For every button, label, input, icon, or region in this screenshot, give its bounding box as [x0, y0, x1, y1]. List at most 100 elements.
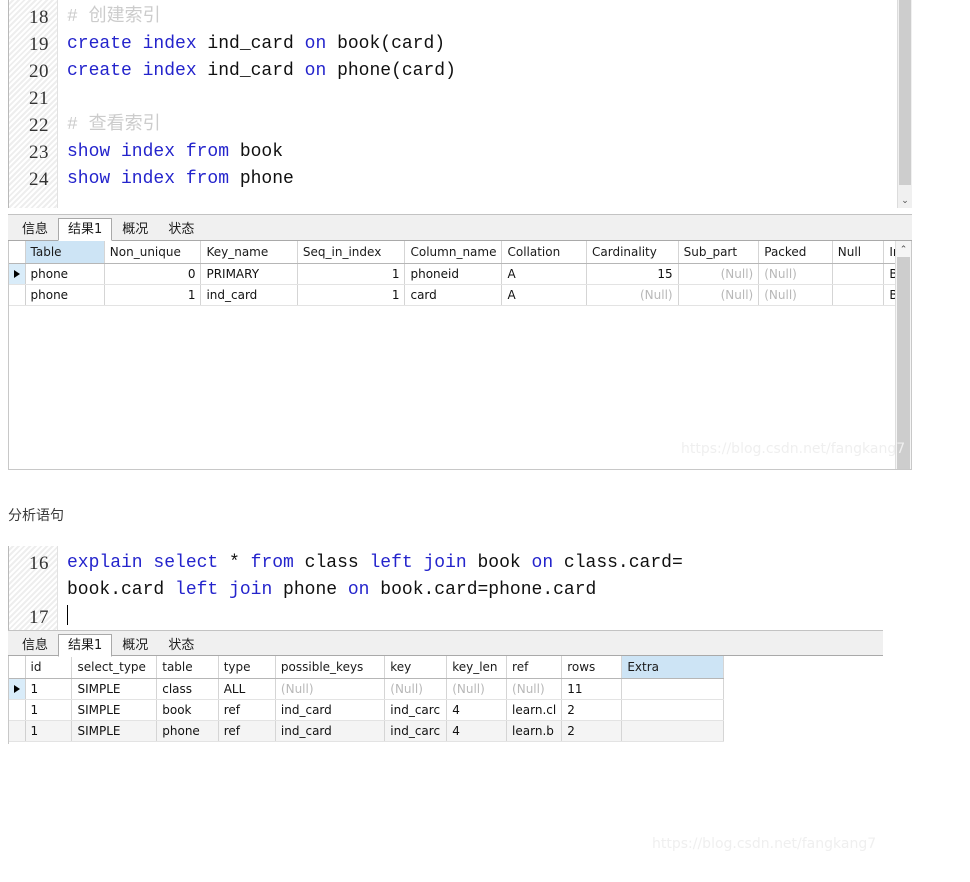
column-header-possible_keys[interactable]: possible_keys — [275, 656, 386, 679]
cell-key_len[interactable]: 4 — [446, 699, 508, 721]
code-content-top[interactable]: 18 # 创建索引 19 create index ind_card on book(… — [9, 0, 912, 193]
column-header-select_type[interactable]: select_type — [71, 656, 158, 679]
cell-key_len[interactable]: 4 — [446, 720, 508, 742]
cell-Collation[interactable]: A — [501, 284, 587, 306]
code-line[interactable]: 18 # 创建索引 — [9, 4, 912, 31]
column-header-Cardinality[interactable]: Cardinality — [586, 241, 679, 264]
cell-table[interactable]: class — [156, 678, 219, 700]
column-header-Sub_part[interactable]: Sub_part — [678, 241, 760, 264]
row-indicator-current[interactable] — [9, 263, 26, 285]
index-result-table[interactable]: Table Non_unique Key_name Seq_in_index Colum… — [9, 241, 911, 306]
cell-type[interactable]: ALL — [218, 678, 276, 700]
column-header-Extra[interactable]: Extra — [621, 656, 724, 679]
column-header-Non_unique[interactable]: Non_unique — [104, 241, 202, 264]
cell-Non_unique[interactable]: 1 — [104, 284, 202, 306]
grid-corner-cell[interactable] — [9, 241, 26, 264]
cell-id[interactable]: 1 — [25, 699, 73, 721]
cell-Sub_part[interactable]: (Null) — [678, 284, 760, 306]
code-line[interactable]: 17 — [9, 604, 883, 631]
cell-Null[interactable] — [832, 284, 885, 306]
cell-Column_name[interactable]: phoneid — [404, 263, 503, 285]
column-header-ref[interactable]: ref — [506, 656, 563, 679]
chevron-down-icon[interactable]: ⌄ — [898, 193, 912, 208]
cell-Column_name[interactable]: card — [404, 284, 503, 306]
cell-Cardinality[interactable]: 15 — [586, 263, 679, 285]
explain-result-table[interactable]: id select_type table type possible_keys key ke… — [9, 656, 724, 742]
cell-Key_name[interactable]: PRIMARY — [200, 263, 298, 285]
cell-key[interactable]: ind_carc — [384, 699, 448, 721]
column-header-rows[interactable]: rows — [561, 656, 623, 679]
column-header-type[interactable]: type — [218, 656, 276, 679]
row-indicator-current[interactable] — [9, 678, 26, 700]
cell-id[interactable]: 1 — [25, 678, 73, 700]
cell-Null[interactable] — [832, 263, 885, 285]
tab-结果1[interactable]: 结果1 — [58, 218, 113, 241]
cell-Key_name[interactable]: ind_card — [200, 284, 298, 306]
tab-概况[interactable]: 概况 — [112, 634, 158, 656]
explain-result-grid[interactable]: id select_type table type possible_keys key ke… — [8, 656, 724, 744]
cell-Packed[interactable]: (Null) — [758, 263, 833, 285]
column-header-Table[interactable]: Table — [25, 241, 105, 264]
table-row[interactable]: 1 SIMPLE class ALL (Null) (Null) (Null) (Null) 1… — [9, 678, 724, 700]
cell-key[interactable]: (Null) — [384, 678, 448, 700]
code-line[interactable]: 22 # 查看索引 — [9, 112, 912, 139]
cell-Packed[interactable]: (Null) — [758, 284, 833, 306]
grid-corner-cell[interactable] — [9, 656, 26, 679]
code-line[interactable]: 16 explain select * from class left join … — [9, 550, 883, 604]
row-indicator[interactable] — [9, 699, 26, 721]
cell-table[interactable]: phone — [156, 720, 219, 742]
sql-editor-top[interactable]: 18 # 创建索引 19 create index ind_card on book(… — [8, 0, 912, 208]
cell-select_type[interactable]: SIMPLE — [71, 720, 158, 742]
cell-key_len[interactable]: (Null) — [446, 678, 508, 700]
code-line[interactable]: 20 create index ind_card on phone(card) — [9, 58, 912, 85]
column-header-key_len[interactable]: key_len — [446, 656, 508, 679]
table-row[interactable]: phone1ind_card1cardA(Null)(Null)(Null)BT — [9, 284, 911, 306]
row-indicator[interactable] — [9, 720, 26, 742]
column-header-Seq_in_index[interactable]: Seq_in_index — [297, 241, 406, 264]
cell-Cardinality[interactable]: (Null) — [586, 284, 679, 306]
sql-editor-bottom[interactable]: 16 explain select * from class left join … — [8, 546, 883, 630]
tab-状态[interactable]: 状态 — [158, 218, 204, 240]
code-line[interactable]: 23 show index from book — [9, 139, 912, 166]
column-header-key[interactable]: key — [384, 656, 448, 679]
cell-ref[interactable]: learn.cl — [506, 699, 563, 721]
tab-概况[interactable]: 概况 — [112, 218, 158, 240]
cell-select_type[interactable]: SIMPLE — [71, 678, 158, 700]
cell-Table[interactable]: phone — [25, 284, 105, 306]
tab-信息[interactable]: 信息 — [12, 634, 58, 656]
tab-结果1[interactable]: 结果1 — [58, 634, 113, 657]
cell-possible_keys[interactable]: (Null) — [275, 678, 386, 700]
scrollbar-thumb[interactable] — [899, 0, 911, 185]
cell-key[interactable]: ind_carc — [384, 720, 448, 742]
index-result-grid[interactable]: Table Non_unique Key_name Seq_in_index Colum… — [8, 241, 912, 470]
cell-Extra[interactable] — [621, 699, 724, 721]
cell-rows[interactable]: 2 — [561, 699, 623, 721]
cell-Seq_in_index[interactable]: 1 — [297, 284, 406, 306]
row-indicator[interactable] — [9, 284, 26, 306]
tab-状态[interactable]: 状态 — [158, 634, 204, 656]
cell-possible_keys[interactable]: ind_card — [275, 699, 386, 721]
result-tabs-top[interactable]: 信息 结果1 概况 状态 — [8, 214, 912, 241]
column-header-Collation[interactable]: Collation — [501, 241, 587, 264]
code-content-bottom[interactable]: 16 explain select * from class left join … — [9, 546, 883, 631]
cell-Extra[interactable] — [621, 678, 724, 700]
column-header-Packed[interactable]: Packed — [758, 241, 833, 264]
column-header-table[interactable]: table — [156, 656, 219, 679]
cell-Seq_in_index[interactable]: 1 — [297, 263, 406, 285]
cell-Non_unique[interactable]: 0 — [104, 263, 202, 285]
grid-vertical-scrollbar-top[interactable]: ⌃ — [895, 241, 911, 469]
tab-信息[interactable]: 信息 — [12, 218, 58, 240]
cell-rows[interactable]: 2 — [561, 720, 623, 742]
column-header-id[interactable]: id — [25, 656, 73, 679]
editor-vertical-scrollbar-top[interactable]: ⌄ — [897, 0, 912, 208]
cell-table[interactable]: book — [156, 699, 219, 721]
code-line[interactable]: 21 — [9, 85, 912, 112]
result-tabs-bottom[interactable]: 信息 结果1 概况 状态 — [8, 630, 883, 657]
column-header-Key_name[interactable]: Key_name — [200, 241, 298, 264]
column-header-Null[interactable]: Null — [832, 241, 885, 264]
cell-possible_keys[interactable]: ind_card — [275, 720, 386, 742]
table-row[interactable]: 1 SIMPLE phone ref ind_card ind_carc 4 learn.b 2 — [9, 720, 724, 742]
scrollbar-thumb[interactable] — [897, 257, 910, 469]
cell-type[interactable]: ref — [218, 720, 276, 742]
code-line[interactable]: 24 show index from phone — [9, 166, 912, 193]
